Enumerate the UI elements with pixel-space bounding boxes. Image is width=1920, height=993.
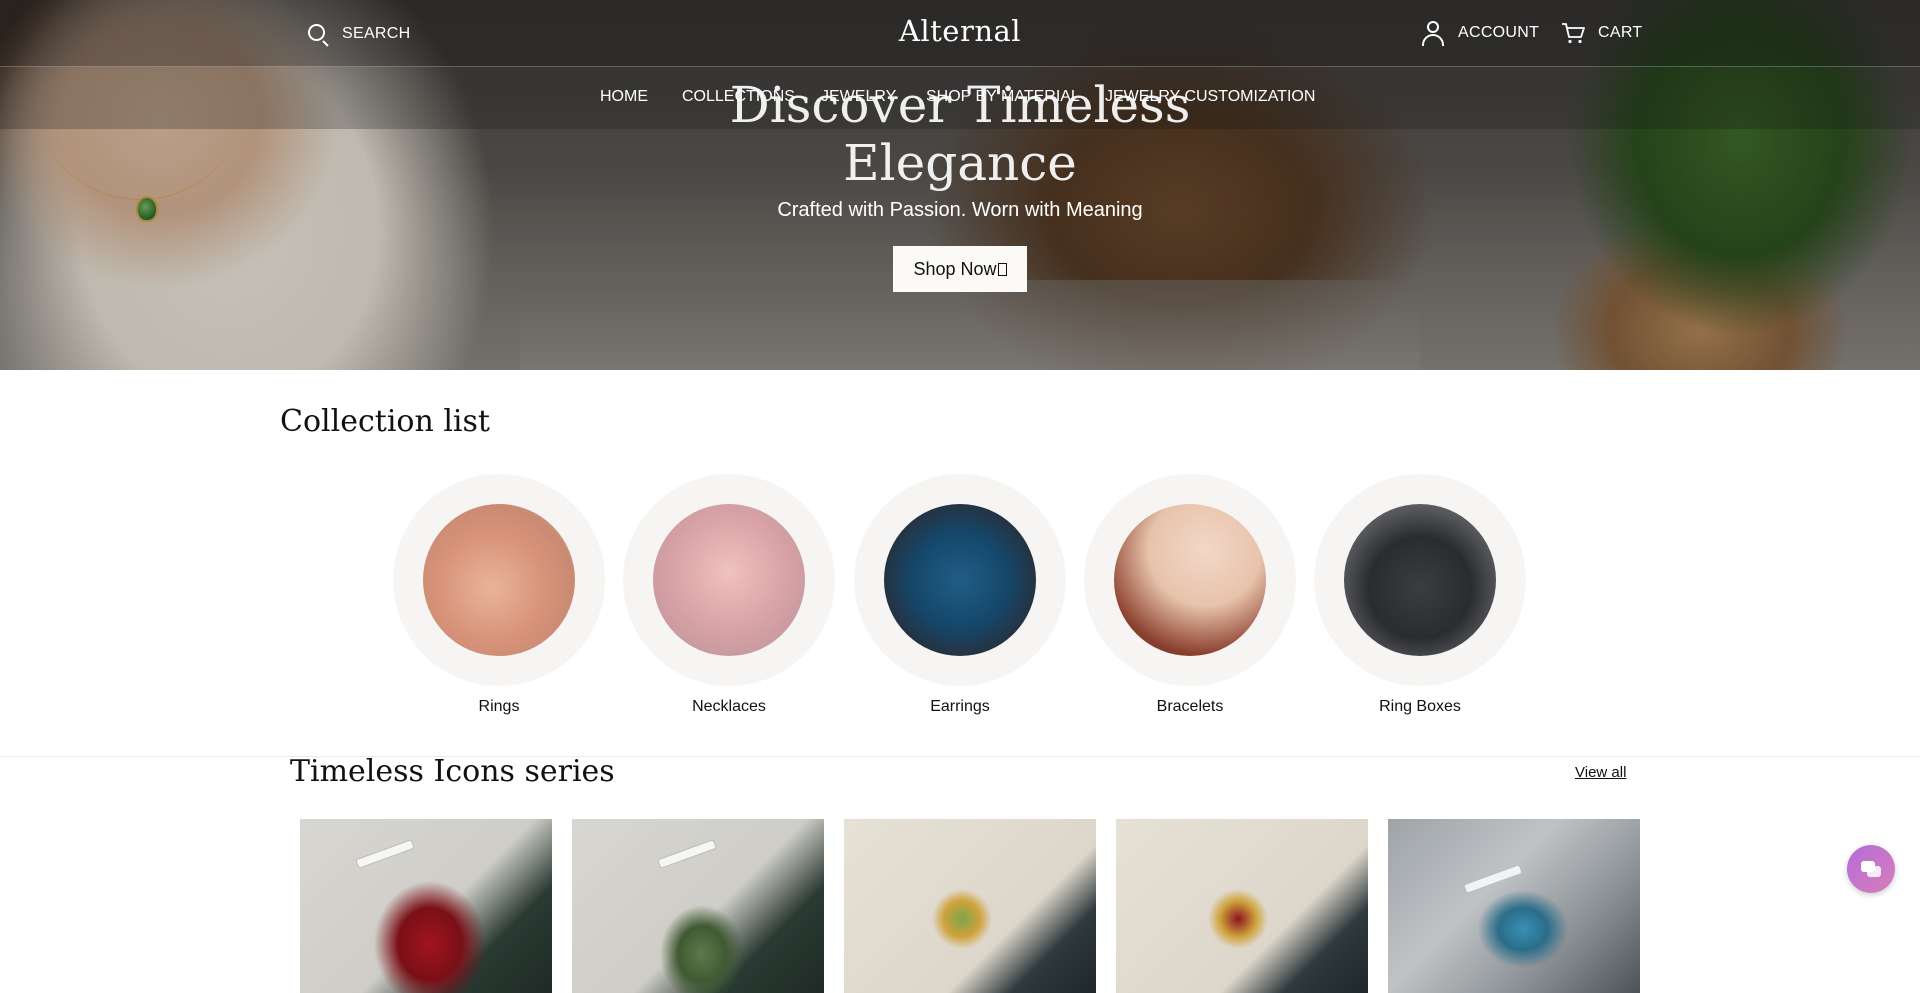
series-title: Timeless Icons series: [290, 754, 615, 789]
shop-now-button[interactable]: Shop Now: [893, 246, 1027, 292]
shop-now-label: Shop Now: [913, 258, 997, 279]
account-link[interactable]: ACCOUNT: [1420, 20, 1539, 46]
collection-item-necklaces[interactable]: Necklaces: [623, 474, 835, 716]
hero-title-line2: Elegance: [843, 134, 1077, 192]
cart-label: CART: [1598, 24, 1643, 41]
cart-icon: [1562, 23, 1585, 44]
collection-label: Rings: [478, 698, 520, 715]
section-divider: [0, 756, 1920, 757]
product-card[interactable]: [1116, 819, 1368, 993]
hero-title-line1: Discover Timeless: [729, 76, 1191, 134]
collection-list-title: Collection list: [280, 404, 490, 439]
collection-item-ring-boxes[interactable]: Ring Boxes: [1314, 474, 1526, 716]
collection-item-rings[interactable]: Rings: [393, 474, 605, 716]
view-all-link[interactable]: View all: [1575, 764, 1626, 781]
hero-title: Discover Timeless Elegance: [0, 76, 1920, 192]
product-card[interactable]: [844, 819, 1096, 993]
account-label: ACCOUNT: [1458, 24, 1540, 41]
collection-label: Bracelets: [1156, 698, 1224, 715]
chat-button[interactable]: [1847, 845, 1895, 893]
product-card[interactable]: [572, 819, 824, 993]
collection-label: Necklaces: [692, 698, 766, 715]
bracelets-image: [1114, 504, 1266, 656]
cart-link[interactable]: CART: [1560, 20, 1642, 46]
person-icon: [1420, 20, 1446, 46]
collection-item-earrings[interactable]: Earrings: [854, 474, 1066, 716]
collection-label: Ring Boxes: [1379, 698, 1461, 715]
arrow-placeholder-icon: [997, 262, 1007, 276]
earrings-image: [884, 504, 1036, 656]
rings-image: [423, 504, 575, 656]
ring-boxes-image: [1344, 504, 1496, 656]
collection-label: Earrings: [930, 698, 990, 715]
collection-item-bracelets[interactable]: Bracelets: [1084, 474, 1296, 716]
product-card[interactable]: [1388, 819, 1640, 993]
product-card[interactable]: [300, 819, 552, 993]
hero-subtitle: Crafted with Passion. Worn with Meaning: [777, 199, 1143, 221]
chat-icon: [1861, 861, 1881, 877]
necklaces-image: [653, 504, 805, 656]
